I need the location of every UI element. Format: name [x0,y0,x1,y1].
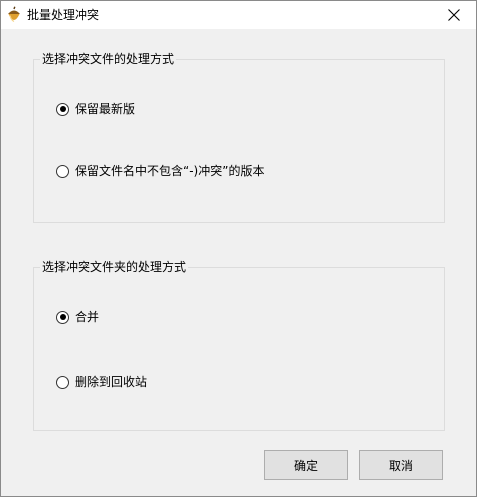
cancel-button[interactable]: 取消 [359,450,443,480]
file-conflict-group: 选择冲突文件的处理方式 [33,51,445,223]
radio-recycle-bin-label: 删除到回收站 [75,375,148,389]
radio-merge[interactable]: 合并 [56,309,99,325]
title-bar: 批量处理冲突 [1,1,476,29]
close-icon [448,9,460,21]
close-button[interactable] [432,1,476,29]
folder-conflict-group-label: 选择冲突文件夹的处理方式 [40,259,189,275]
radio-keep-latest-indicator[interactable] [56,102,69,116]
radio-keep-non-conflict-indicator[interactable] [56,164,69,178]
radio-keep-non-conflict[interactable]: 保留文件名中不包含“-)冲突”的版本 [56,163,264,179]
radio-recycle-bin-indicator[interactable] [56,375,69,389]
radio-keep-non-conflict-label: 保留文件名中不包含“-)冲突”的版本 [75,164,265,178]
file-conflict-group-label: 选择冲突文件的处理方式 [40,51,177,67]
radio-merge-label: 合并 [75,310,100,324]
acorn-icon [8,6,20,23]
radio-merge-indicator[interactable] [56,310,69,324]
window-title: 批量处理冲突 [27,8,100,22]
radio-keep-latest-label: 保留最新版 [75,102,136,116]
radio-recycle-bin[interactable]: 删除到回收站 [56,374,147,390]
folder-conflict-group: 选择冲突文件夹的处理方式 [33,259,445,431]
batch-conflict-dialog: 批量处理冲突 选择冲突文件的处理方式 保留最新版 保留文件名中不包含“-)冲突”… [0,0,477,497]
ok-button[interactable]: 确定 [264,450,348,480]
radio-keep-latest[interactable]: 保留最新版 [56,101,135,117]
